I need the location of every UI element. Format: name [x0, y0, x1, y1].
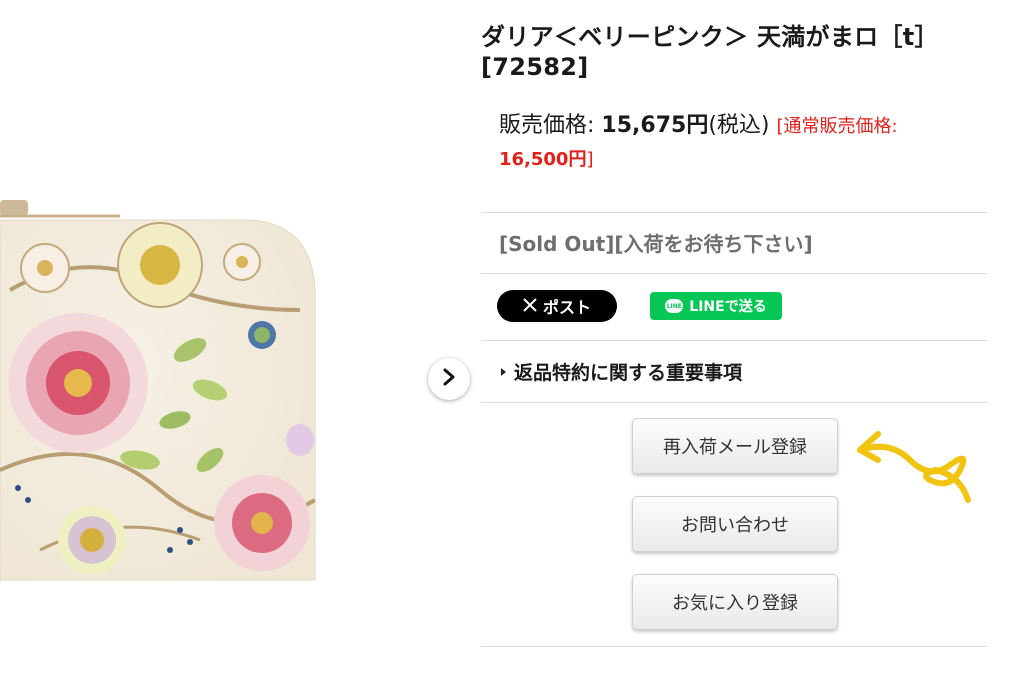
x-post-label: ポスト	[542, 298, 591, 317]
price-value: 15,675円	[601, 113, 709, 138]
chevron-right-icon	[441, 368, 457, 390]
return-policy-label: 返品特約に関する重要事項	[514, 362, 743, 384]
divider	[481, 273, 987, 274]
stock-status: [Sold Out][入荷をお待ち下さい]	[499, 232, 813, 256]
restock-email-button[interactable]: 再入荷メール登録	[632, 418, 838, 474]
product-image	[0, 170, 330, 640]
inquiry-button[interactable]: お問い合わせ	[632, 496, 838, 552]
line-send-label: LINEで送る	[689, 299, 767, 315]
x-post-button[interactable]: ポスト	[497, 290, 617, 322]
divider	[481, 340, 987, 341]
tax-note: (税込)	[708, 113, 770, 138]
x-logo-icon	[523, 297, 537, 316]
regular-price-prefix: [通常販売価格:	[776, 116, 898, 137]
price-label: 販売価格:	[499, 113, 595, 138]
return-policy-link[interactable]: 返品特約に関する重要事項	[501, 358, 742, 385]
regular-price-suffix: ]	[586, 149, 594, 170]
regular-price-value: 16,500円	[499, 149, 587, 170]
next-image-button[interactable]	[428, 358, 470, 400]
line-logo-icon: LINE	[665, 299, 684, 313]
line-send-button[interactable]: LINE LINEで送る	[650, 292, 782, 320]
product-title: ダリア＜ベリーピンク＞ 天満がまロ［t］[72582]	[481, 23, 939, 81]
add-favorite-button[interactable]: お気に入り登録	[632, 574, 838, 630]
caret-right-icon	[501, 367, 506, 376]
arrow-annotation-icon	[850, 420, 990, 520]
divider	[481, 646, 987, 647]
divider	[481, 402, 987, 403]
divider	[481, 212, 987, 213]
price-block: 販売価格: 15,675円(税込) [通常販売価格: 16,500円]	[499, 110, 979, 176]
